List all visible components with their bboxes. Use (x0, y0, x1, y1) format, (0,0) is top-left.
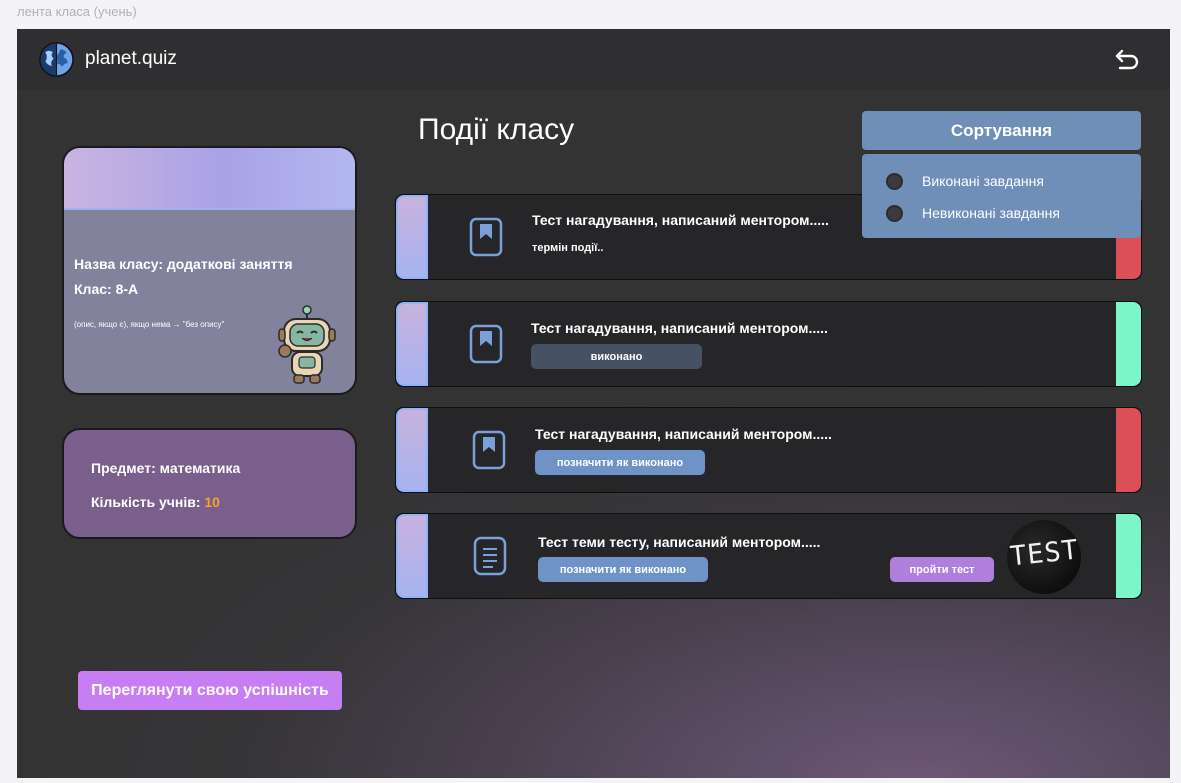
event-stripe (396, 302, 428, 386)
mark-done-button[interactable]: позначити як виконано (538, 557, 708, 582)
sort-option-label: Виконані завдання (922, 173, 1044, 189)
class-info-card: Назва класу: додаткові заняття Клас: 8-А… (62, 146, 357, 395)
brand-name: planet.quiz (85, 48, 177, 69)
students-count-value: 10 (204, 494, 220, 510)
class-grade: Клас: 8-А (74, 281, 139, 297)
class-name: Назва класу: додаткові заняття (74, 256, 293, 272)
event-title: Тест нагадування, написаний ментором....… (531, 320, 828, 336)
status-indicator (1116, 408, 1141, 492)
top-bar: planet.quiz (17, 29, 1170, 90)
bookmark-icon (469, 324, 503, 364)
sort-dropdown: Виконані завдання Невиконані завдання (862, 154, 1141, 238)
class-banner (64, 148, 355, 210)
status-indicator (1116, 302, 1141, 386)
undo-arrow-icon[interactable] (1114, 47, 1140, 71)
event-card[interactable]: Тест теми тесту, написаний ментором.....… (395, 513, 1142, 599)
take-test-button[interactable]: пройти тест (890, 557, 994, 582)
radio-icon[interactable] (886, 172, 903, 190)
robot-mascot-icon (278, 305, 336, 384)
sort-option-incomplete[interactable]: Невиконані завдання (886, 203, 1060, 223)
event-card[interactable]: Тест нагадування, написаний ментором....… (395, 407, 1142, 493)
test-thumbnail-text: TEST (1008, 534, 1081, 573)
app-window: planet.quiz Події класу Назва класу: дод… (17, 29, 1170, 778)
students-count-label: Кількість учнів: 10 (91, 494, 220, 510)
status-indicator (1116, 514, 1141, 598)
event-stripe (396, 514, 428, 598)
class-description: (опис, якщо є), якщо нема → "без опису" (74, 320, 225, 329)
subject-info-card: Предмет: математика Кількість учнів: 10 (62, 428, 357, 539)
event-deadline: термін події.. (532, 242, 604, 254)
bookmark-icon (472, 430, 506, 470)
document-icon (473, 536, 507, 576)
event-card[interactable]: Тест нагадування, написаний ментором....… (395, 301, 1142, 387)
brain-globe-icon[interactable] (38, 41, 75, 78)
bookmark-icon (469, 217, 503, 257)
sort-option-completed[interactable]: Виконані завдання (886, 171, 1044, 191)
frame-caption: лента класа (учень) (17, 4, 137, 19)
mark-done-button[interactable]: позначити як виконано (535, 450, 705, 475)
event-stripe (396, 195, 428, 279)
subject-label: Предмет: математика (91, 460, 241, 476)
event-title: Тест нагадування, написаний ментором....… (532, 212, 829, 228)
event-stripe (396, 408, 428, 492)
view-performance-button[interactable]: Переглянути свою успішність (78, 671, 342, 710)
page-title: Події класу (418, 113, 575, 146)
students-count-caption: Кількість учнів: (91, 494, 205, 510)
radio-icon[interactable] (886, 204, 903, 222)
event-title: Тест теми тесту, написаний ментором..... (538, 534, 821, 550)
sort-option-label: Невиконані завдання (922, 205, 1060, 221)
sort-button[interactable]: Сортування (862, 111, 1141, 150)
done-badge: виконано (531, 344, 702, 369)
test-thumbnail: TEST (1007, 520, 1081, 594)
event-title: Тест нагадування, написаний ментором....… (535, 426, 832, 442)
